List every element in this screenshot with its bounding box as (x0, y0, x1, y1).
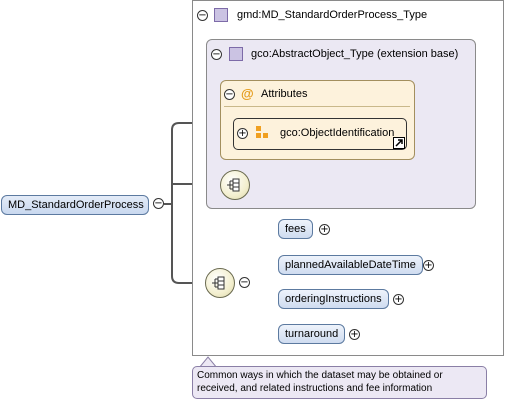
expand-ordering-instructions-button[interactable]: + (393, 294, 404, 305)
expand-attribute-group-button[interactable]: + (237, 128, 248, 139)
documentation-text: Common ways in which the dataset may be … (197, 370, 443, 394)
element-fees[interactable]: fees (278, 219, 313, 239)
attribute-group-label: gco:ObjectIdentification (280, 127, 395, 139)
extension-box-title: gco:AbstractObject_Type (extension base) (251, 48, 459, 60)
sequence-glyph-icon (227, 178, 240, 192)
abstract-type-icon (229, 47, 243, 61)
root-element-label: MD_StandardOrderProcess (8, 199, 144, 211)
attribute-group-icon (256, 126, 268, 138)
expand-planned-available-date-time-button[interactable]: + (423, 260, 434, 271)
expand-turnaround-button[interactable]: + (349, 329, 360, 340)
reference-link-icon[interactable] (393, 137, 405, 149)
attributes-title: Attributes (261, 88, 308, 100)
complex-type-icon (214, 8, 228, 22)
attributes-divider (224, 106, 410, 107)
collapse-attributes-button[interactable]: − (224, 89, 235, 100)
element-ordering-instructions[interactable]: orderingInstructions (278, 289, 389, 309)
type-box-title: gmd:MD_StandardOrderProcess_Type (237, 9, 428, 21)
collapse-root-button[interactable]: − (153, 198, 164, 209)
at-icon: @ (241, 86, 254, 101)
collapse-type-button[interactable]: − (197, 10, 208, 21)
element-turnaround[interactable]: turnaround (278, 324, 346, 344)
sequence-glyph-icon-2 (212, 276, 225, 290)
element-planned-available-date-time[interactable]: plannedAvailableDateTime (278, 255, 423, 275)
expand-fees-button[interactable]: + (319, 224, 330, 235)
documentation-annotation: Common ways in which the dataset may be … (192, 366, 487, 399)
collapse-sequence-button[interactable]: − (239, 277, 250, 288)
collapse-extension-button[interactable]: − (211, 49, 222, 60)
